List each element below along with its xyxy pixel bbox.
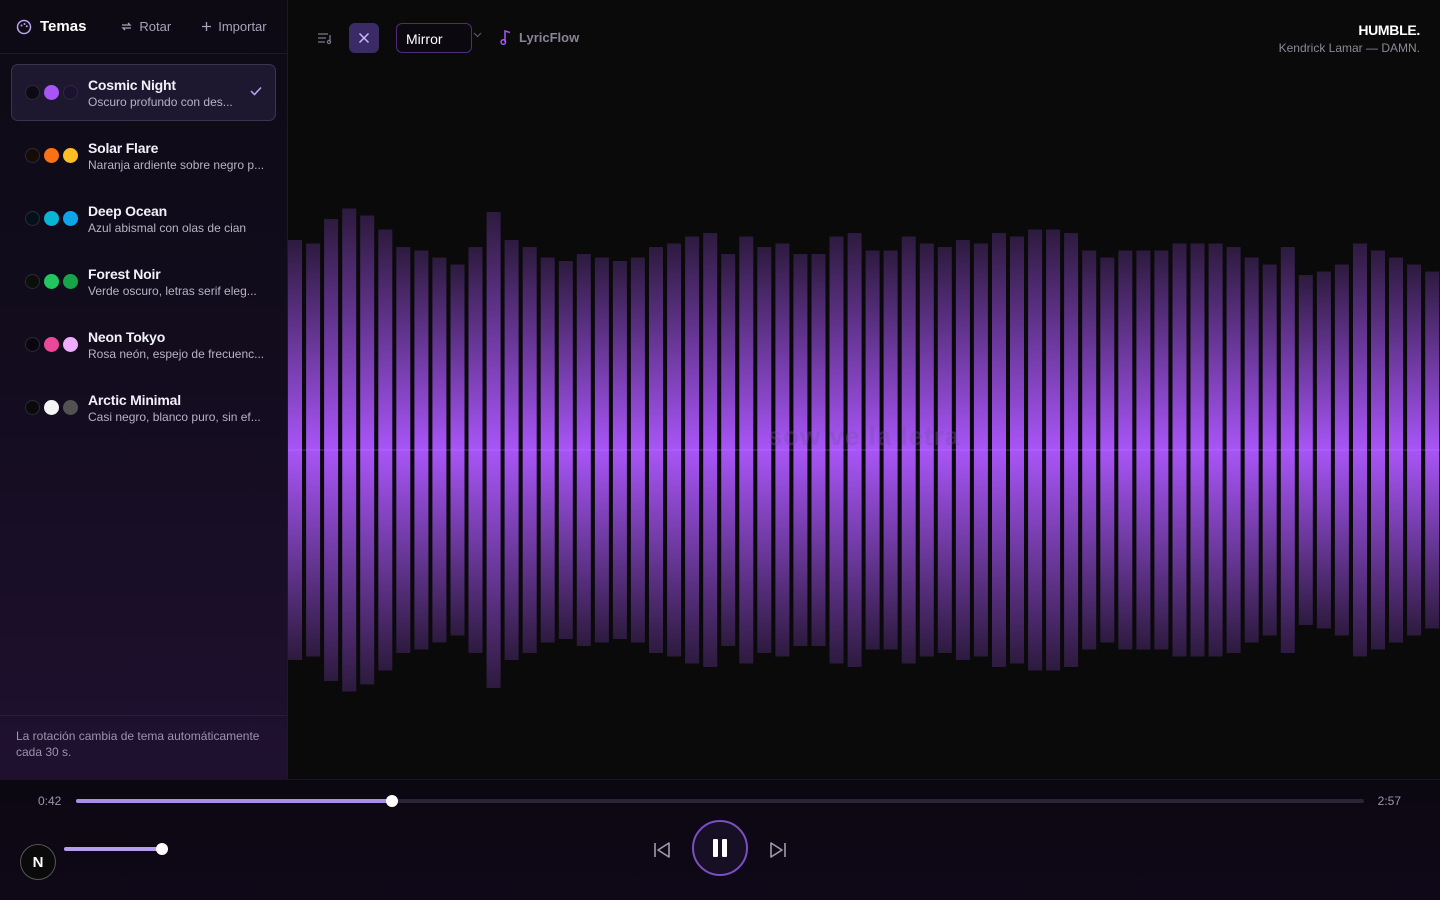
music-note-icon [500,29,511,45]
palette-icon [16,19,32,34]
audio-visualizer: sow ve la letra [288,76,1440,779]
skip-forward-icon [770,842,786,858]
volume-slider[interactable] [64,843,168,855]
tab-temas[interactable]: Temas [16,18,86,35]
rotation-note: La rotación cambia de tema automáticamen… [0,715,287,779]
pause-button[interactable] [692,820,748,876]
swatch-dot [63,337,78,352]
plus-icon [202,22,212,31]
swatch-dot [63,274,78,289]
theme-item-solar-flare[interactable]: Solar Flare Naranja ardiente sobre negro… [11,127,276,184]
skip-back-icon [654,842,670,858]
track-artist: Kendrick Lamar — DAMN. [1278,41,1420,55]
theme-sidebar: Temas Rotar Importar Cosmic Night Oscuro [0,0,288,779]
top-bar: Mirror LyricFlow HUMBLE. Kendrick Lamar … [288,0,1440,76]
app-badge[interactable]: N [20,844,56,880]
swatch-dot [25,337,40,352]
theme-swatches [25,148,88,163]
swatch-dot [44,337,59,352]
rotate-icon [121,22,132,31]
lyricflow-label: LyricFlow [519,29,580,45]
tab-rotar[interactable]: Rotar [120,19,171,34]
swatch-dot [44,400,59,415]
theme-name: Cosmic Night [88,76,176,93]
theme-swatches [25,400,88,415]
theme-name: Deep Ocean [88,202,167,219]
theme-swatches [25,211,88,226]
theme-description: Azul abismal con olas de cian [88,220,247,235]
swatch-dot [44,211,59,226]
swatch-dot [63,400,78,415]
lyricflow-link[interactable]: LyricFlow [500,29,579,45]
sidebar-tabs: Temas Rotar Importar [0,0,287,54]
theme-description: Rosa neón, espejo de frecuenc... [88,346,265,361]
swatch-dot [25,274,40,289]
tab-rotar-label: Rotar [139,19,172,34]
progress-fill [76,799,392,803]
tab-importar-label: Importar [218,19,267,34]
swatch-dot [63,85,78,100]
swatch-dot [25,400,40,415]
theme-name: Forest Noir [88,265,161,282]
pause-icon [713,839,727,857]
theme-name: Arctic Minimal [88,391,181,408]
chevron-down-icon[interactable] [473,32,482,38]
total-time: 2:57 [1377,794,1401,808]
progress-slider[interactable] [76,795,1364,807]
swatch-dot [44,148,59,163]
theme-name: Solar Flare [88,139,159,156]
lyric-overlay: sow ve la letra [767,421,961,451]
theme-item-cosmic-night[interactable]: Cosmic Night Oscuro profundo con des... [11,64,276,121]
theme-item-deep-ocean[interactable]: Deep Ocean Azul abismal con olas de cian [11,190,276,247]
tab-importar[interactable]: Importar [201,19,267,34]
swatch-dot [63,211,78,226]
next-button[interactable] [764,836,792,864]
theme-item-neon-tokyo[interactable]: Neon Tokyo Rosa neón, espejo de frecuenc… [11,316,276,373]
queue-button[interactable] [310,23,340,53]
theme-item-forest-noir[interactable]: Forest Noir Verde oscuro, letras serif e… [11,253,276,310]
check-icon [250,86,262,96]
theme-item-arctic-minimal[interactable]: Arctic Minimal Casi negro, blanco puro, … [11,379,276,436]
theme-description: Oscuro profundo con des... [88,94,233,109]
swatch-dot [44,274,59,289]
swatch-dot [25,148,40,163]
now-playing-info: HUMBLE. Kendrick Lamar — DAMN. [1278,22,1421,55]
theme-swatches [25,274,88,289]
theme-swatches [25,337,88,352]
progress-thumb[interactable] [385,795,398,807]
theme-description: Casi negro, blanco puro, sin ef... [88,409,261,424]
swatch-dot [25,211,40,226]
theme-list: Cosmic Night Oscuro profundo con des... … [0,54,287,452]
previous-button[interactable] [648,836,676,864]
theme-description: Naranja ardiente sobre negro p... [88,157,265,172]
volume-fill [64,847,162,851]
close-button[interactable] [349,23,379,53]
swatch-dot [25,85,40,100]
tab-temas-label: Temas [40,18,87,35]
theme-swatches [25,85,88,100]
volume-thumb[interactable] [156,843,168,855]
queue-icon [318,33,332,45]
theme-name: Neon Tokyo [88,328,166,345]
player-bar: 0:42 2:57 N [0,779,1440,900]
current-time: 0:42 [38,794,62,808]
swatch-dot [44,85,59,100]
track-title: HUMBLE. [1358,22,1420,38]
visualizer-mode-select[interactable]: Mirror [396,23,472,53]
theme-description: Verde oscuro, letras serif eleg... [88,283,257,298]
close-icon [358,32,370,44]
swatch-dot [63,148,78,163]
